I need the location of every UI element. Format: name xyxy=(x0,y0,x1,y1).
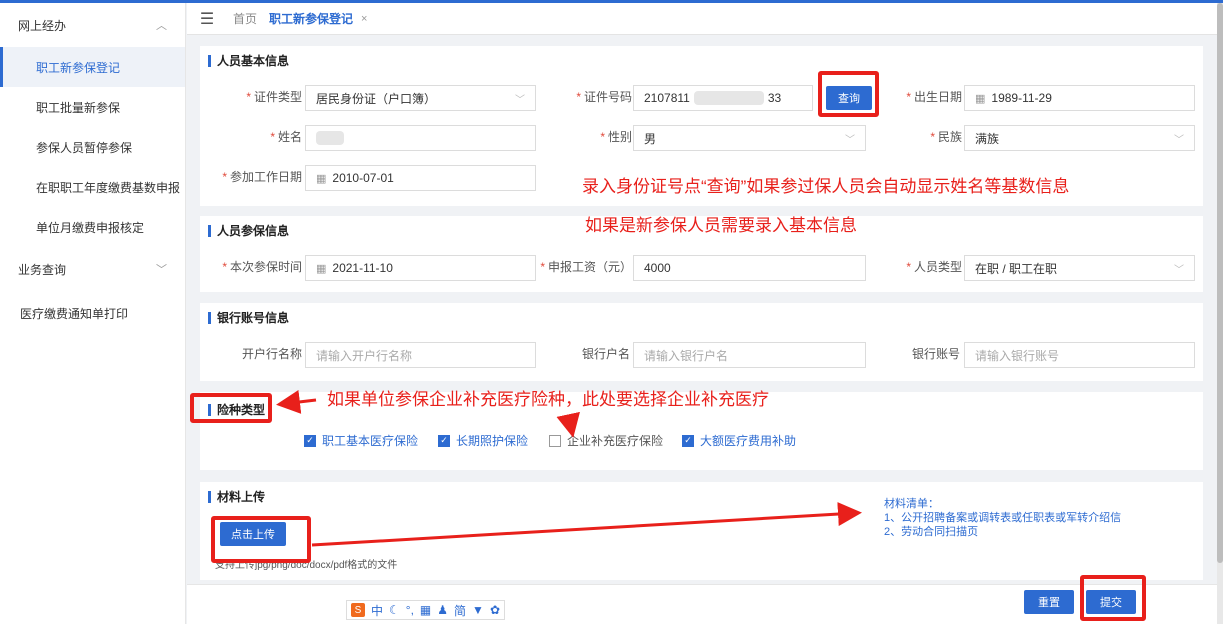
arrow-to-supplementary xyxy=(556,411,580,438)
annotation-arrows xyxy=(276,389,862,547)
arrow-to-insurance-title xyxy=(276,389,317,414)
arrow-to-materials xyxy=(311,502,862,547)
